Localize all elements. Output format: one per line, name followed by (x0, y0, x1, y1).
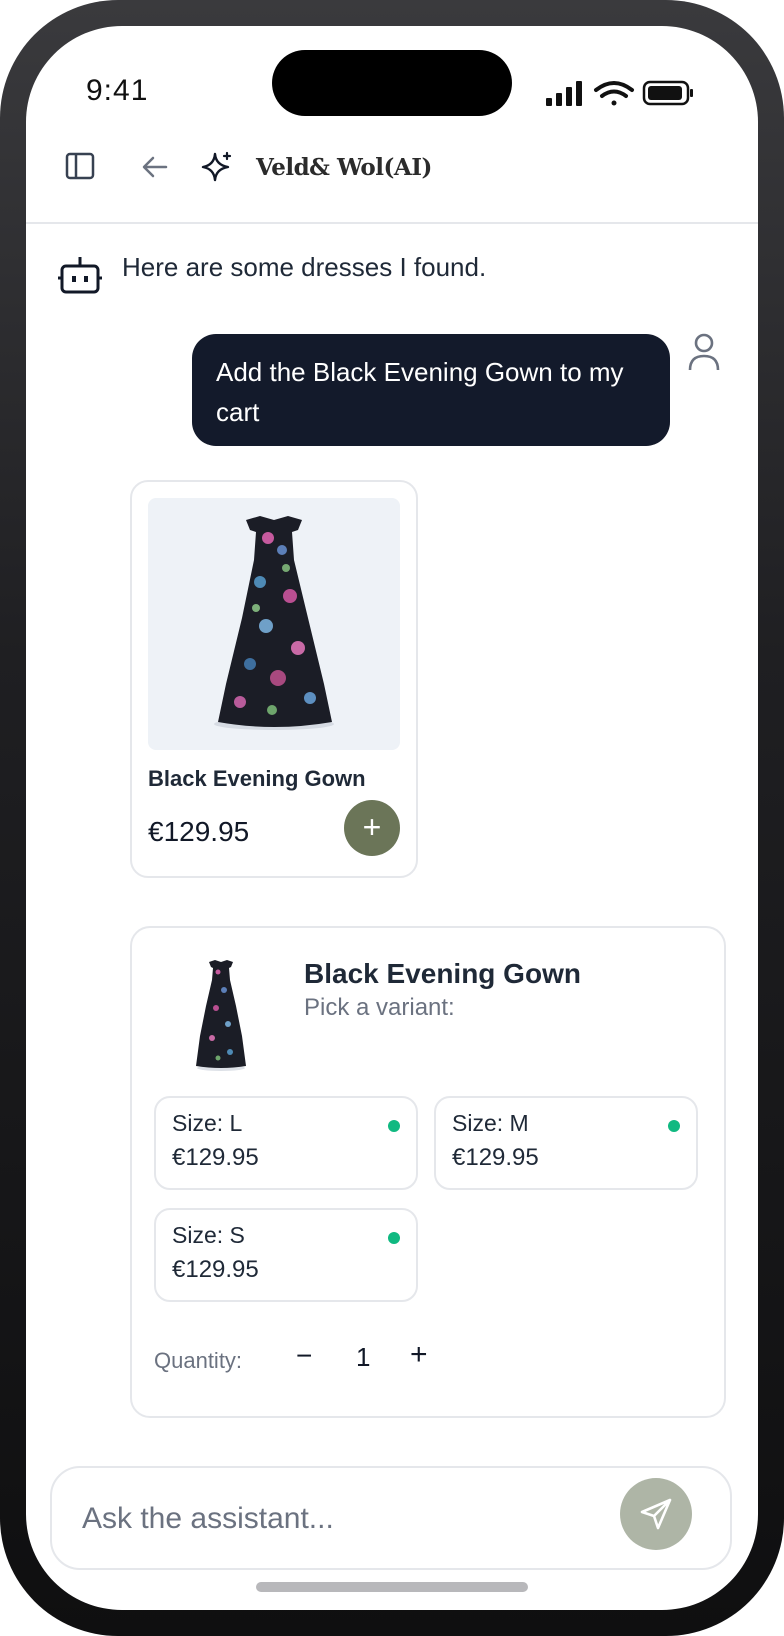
quantity-decrement-button[interactable]: − (296, 1340, 312, 1372)
product-card[interactable]: Black Evening Gown €129.95 + (130, 480, 418, 878)
dynamic-island (272, 50, 512, 116)
screen: 9:41 Veld& Wol(AI) Here are some dresses… (26, 26, 758, 1610)
brand-title: Veld& Wol(AI) (256, 154, 432, 181)
signal-icon (546, 81, 582, 106)
variant-picker-card: Black Evening Gown Pick a variant: Size:… (130, 926, 726, 1418)
sidebar-toggle-icon[interactable] (64, 150, 96, 182)
send-icon (640, 1498, 672, 1530)
user-message-bubble: Add the Black Evening Gown to my cart (192, 334, 670, 446)
variant-option-s[interactable]: Size: S €129.95 (154, 1208, 418, 1302)
quantity-label: Quantity: (154, 1348, 243, 1373)
composer-bar (50, 1466, 732, 1570)
add-to-cart-button[interactable]: + (344, 800, 400, 856)
status-icons (546, 80, 693, 106)
bot-message: Here are some dresses I found. (122, 252, 487, 282)
in-stock-dot (388, 1232, 400, 1244)
variant-option-l[interactable]: Size: L €129.95 (154, 1096, 418, 1190)
variant-thumbnail (196, 960, 246, 1071)
variant-title: Black Evening Gown (304, 958, 581, 989)
sparkles-icon (201, 151, 232, 182)
home-indicator (256, 1582, 528, 1592)
variant-size: Size: L (172, 1110, 243, 1136)
quantity-value: 1 (356, 1342, 371, 1372)
bot-avatar-icon (58, 257, 102, 294)
wifi-icon (594, 81, 634, 106)
status-time: 9:41 (86, 74, 149, 107)
back-arrow-icon[interactable] (140, 152, 170, 182)
product-price: €129.95 (148, 816, 250, 847)
battery-icon (642, 80, 693, 106)
variant-price: €129.95 (172, 1144, 259, 1171)
in-stock-dot (668, 1120, 680, 1132)
variant-subtitle: Pick a variant: (304, 994, 455, 1021)
product-name: Black Evening Gown (148, 766, 366, 791)
phone-frame: 9:41 Veld& Wol(AI) Here are some dresses… (0, 0, 784, 1636)
quantity-increment-button[interactable]: + (410, 1338, 428, 1372)
variant-option-m[interactable]: Size: M €129.95 (434, 1096, 698, 1190)
variant-size: Size: S (172, 1222, 245, 1248)
product-image (148, 498, 400, 750)
in-stock-dot (388, 1120, 400, 1132)
user-message-text: Add the Black Evening Gown to my cart (216, 357, 624, 427)
send-button[interactable] (620, 1478, 692, 1550)
dress-illustration (214, 516, 334, 730)
chat-input[interactable] (80, 1496, 604, 1542)
variant-price: €129.95 (172, 1256, 259, 1283)
app-bar-divider (26, 222, 758, 224)
variant-price: €129.95 (452, 1144, 539, 1171)
user-avatar-icon (688, 333, 720, 371)
variant-size: Size: M (452, 1110, 529, 1136)
